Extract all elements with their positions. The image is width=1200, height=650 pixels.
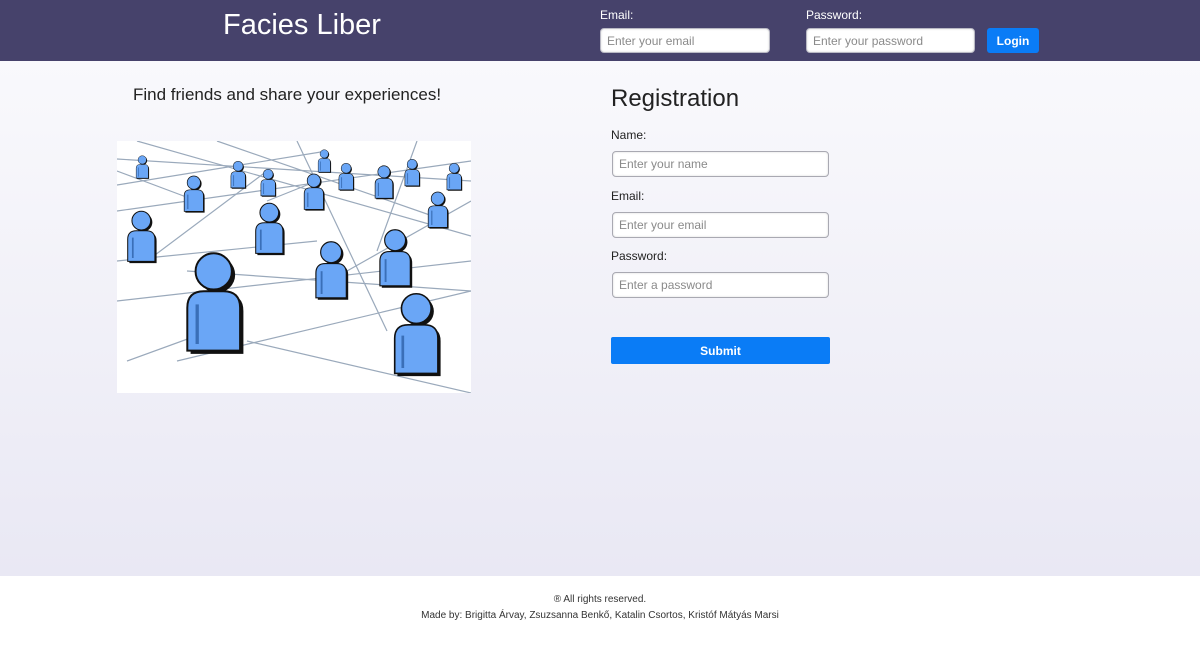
footer: ® All rights reserved. Made by: Brigitta…	[0, 576, 1200, 650]
login-button[interactable]: Login	[987, 28, 1039, 53]
brand-title[interactable]: Facies Liber	[223, 9, 381, 42]
submit-button[interactable]: Submit	[611, 337, 830, 364]
main-content: Find friends and share your experiences!	[0, 61, 1200, 576]
password-input[interactable]	[612, 272, 829, 298]
email-label: Email:	[611, 189, 645, 203]
header-email-input[interactable]	[600, 28, 770, 53]
copyright-text: ® All rights reserved.	[553, 594, 647, 605]
header-password-label: Password:	[806, 8, 863, 22]
registration-title: Registration	[611, 85, 740, 112]
header-password-input[interactable]	[806, 28, 975, 53]
password-label: Password:	[611, 249, 668, 263]
name-input[interactable]	[612, 151, 829, 177]
name-label: Name:	[611, 128, 647, 142]
header-email-label: Email:	[600, 8, 634, 22]
credits-text: Made by: Brigitta Árvay, Zsuzsanna Benkő…	[421, 610, 779, 621]
people-network-icon	[117, 141, 471, 393]
tagline: Find friends and share your experiences!	[133, 85, 442, 104]
people-network-illustration	[117, 141, 471, 393]
top-navbar: Facies Liber Email: Password: Login	[0, 0, 1200, 61]
email-input[interactable]	[612, 212, 829, 238]
